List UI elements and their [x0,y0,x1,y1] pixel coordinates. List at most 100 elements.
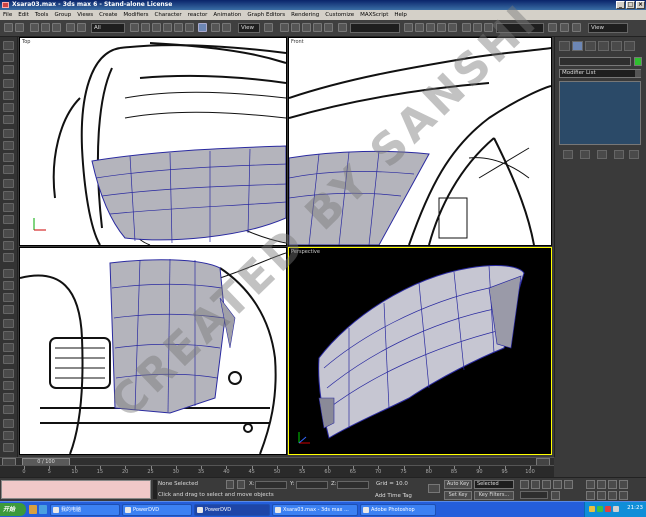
go-to-end-icon[interactable] [564,480,573,489]
snap-toggle-icon[interactable] [291,23,300,32]
key-mode-select[interactable]: Selected [474,480,514,489]
render-type-select[interactable] [496,23,544,33]
menu-help[interactable]: Help [394,10,407,20]
tool-icon-4[interactable] [3,79,14,88]
tool-icon-10[interactable] [3,153,14,162]
chevron-down-icon[interactable] [635,70,641,77]
align-icon[interactable] [415,23,424,32]
tray-icon-1[interactable] [589,506,595,512]
tool-icon-7[interactable] [3,115,14,124]
tool-icon-6[interactable] [3,103,14,112]
start-button[interactable]: 开始 [0,503,26,516]
viewport-front[interactable]: Front [288,37,552,246]
utilities-tab-icon[interactable] [624,41,635,51]
remove-modifier-icon[interactable] [614,150,624,159]
tool-icon-15[interactable] [3,215,14,224]
tool-icon-32[interactable] [3,431,14,440]
lock-selection-icon[interactable] [226,480,234,489]
panel-coord-select[interactable]: View [588,23,628,33]
select-and-rotate-icon[interactable] [211,23,220,32]
modifier-stack[interactable] [559,81,641,145]
x-coord-input[interactable] [255,481,287,489]
manipulate-icon[interactable] [280,23,289,32]
tool-icon-2[interactable] [3,53,14,62]
key-filters-button[interactable]: Key Filters... [474,491,514,500]
tool-icon-31[interactable] [3,419,14,428]
modify-tab-icon[interactable] [572,41,583,51]
link-icon[interactable] [30,23,39,32]
modifier-list-select[interactable]: Modifier List [559,69,641,78]
named-selection-select[interactable] [350,23,400,33]
tool-icon-20[interactable] [3,281,14,290]
add-time-tag[interactable]: Add Time Tag [375,493,412,499]
go-to-start-icon[interactable] [520,480,529,489]
tool-icon-13[interactable] [3,191,14,200]
bind-space-warp-icon[interactable] [52,23,61,32]
pin-stack-icon[interactable] [563,150,573,159]
menu-customize[interactable]: Customize [325,10,354,20]
task-my-computer[interactable]: 我的电脑 [50,504,120,516]
next-frame-icon[interactable] [553,480,562,489]
material-editor-icon[interactable] [462,23,471,32]
unlink-icon[interactable] [41,23,50,32]
maximize-viewport-icon[interactable] [619,491,628,500]
object-color-swatch[interactable] [634,57,642,66]
close-button[interactable]: × [636,1,645,9]
menu-edit[interactable]: Edit [18,10,29,20]
quick-launch-icon[interactable] [29,505,37,514]
arc-rotate-icon[interactable] [608,491,617,500]
menu-tools[interactable]: Tools [35,10,49,20]
menu-modifiers[interactable]: Modifiers [123,10,148,20]
select-and-link-icon[interactable] [174,23,183,32]
window-crossing-icon[interactable] [141,23,150,32]
menu-character[interactable]: Character [155,10,182,20]
percent-snap-icon[interactable] [313,23,322,32]
display-tab-icon[interactable] [611,41,622,51]
zoom-extents-all-icon[interactable] [619,480,628,489]
tool-icon-16[interactable] [3,229,14,238]
viewport-label-perspective[interactable]: Perspective [291,249,320,255]
task-powerdvd-2[interactable]: PowerDVD [194,504,270,516]
minimize-button[interactable]: _ [616,1,625,9]
create-tab-icon[interactable] [559,41,570,51]
pivot-center-icon[interactable] [264,23,273,32]
time-slider[interactable]: 0 / 100 [0,457,554,466]
schematic-view-icon[interactable] [448,23,457,32]
tool-icon-23[interactable] [3,319,14,328]
tool-icon-24[interactable] [3,331,14,340]
tool-icon-22[interactable] [3,305,14,314]
tool-icon-18[interactable] [3,253,14,262]
tool-icon-28[interactable] [3,381,14,390]
object-name-input[interactable] [559,57,631,66]
zoom-all-icon[interactable] [597,480,606,489]
layer-manager-icon[interactable] [426,23,435,32]
play-icon[interactable] [542,480,551,489]
key-icon[interactable] [428,484,440,493]
menu-views[interactable]: Views [77,10,93,20]
tool-icon-8[interactable] [3,129,14,138]
spinner-snap-icon[interactable] [324,23,333,32]
tool-icon-30[interactable] [3,405,14,414]
menu-reactor[interactable]: reactor [188,10,208,20]
set-key-button[interactable]: Set Key [444,491,472,500]
tool-icon-12[interactable] [3,179,14,188]
command-panel-toggle-icon[interactable] [560,23,569,32]
undo-icon[interactable] [4,23,13,32]
selection-lock-icon[interactable] [163,23,172,32]
time-configuration-icon[interactable] [551,491,560,500]
pan-icon[interactable] [185,23,194,32]
mirror-icon[interactable] [404,23,413,32]
tool-icon-11[interactable] [3,165,14,174]
viewport-label-front[interactable]: Front [291,39,304,45]
field-of-view-icon[interactable] [586,491,595,500]
redo-icon[interactable] [15,23,24,32]
make-unique-icon[interactable] [597,150,607,159]
current-frame-input[interactable] [520,491,548,499]
previous-frame-icon[interactable] [531,480,540,489]
quick-launch-ie-icon[interactable] [39,505,47,514]
tool-icon-1[interactable] [3,41,14,50]
tool-icon-17[interactable] [3,241,14,250]
tool-icon-26[interactable] [3,355,14,364]
menu-create[interactable]: Create [99,10,117,20]
menu-file[interactable]: File [3,10,12,20]
